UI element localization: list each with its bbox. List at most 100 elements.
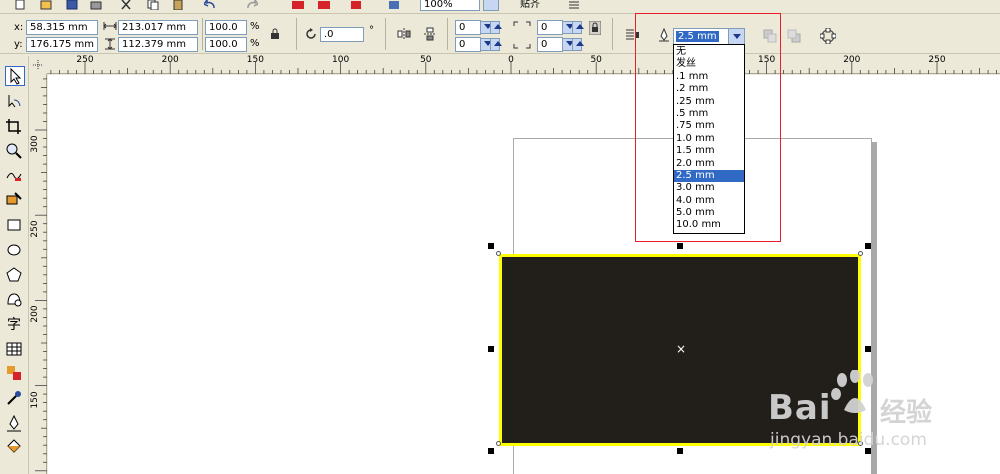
- horizontal-ruler-label: 150: [246, 55, 264, 65]
- new-file-icon[interactable]: [14, 0, 26, 10]
- outline-width-option[interactable]: 5.0 mm: [674, 207, 744, 219]
- corner-br-spin-up[interactable]: [572, 38, 584, 51]
- save-icon[interactable]: [66, 0, 78, 10]
- to-front-icon[interactable]: [763, 29, 777, 43]
- ellipse-tool[interactable]: [5, 241, 25, 261]
- export-icon[interactable]: [318, 0, 330, 10]
- outline-width-option[interactable]: 1.0 mm: [674, 133, 744, 145]
- toolbox: 字: [0, 56, 29, 474]
- rectangle-tool[interactable]: [5, 216, 25, 236]
- zoom-tool[interactable]: [5, 142, 25, 162]
- freehand-tool[interactable]: [5, 166, 25, 186]
- crop-tool[interactable]: [5, 118, 25, 138]
- scale-x-field[interactable]: 100.0: [205, 20, 247, 35]
- x-position-field[interactable]: 58.315 mm: [26, 20, 98, 35]
- corner-node-top-left[interactable]: [496, 251, 501, 256]
- eyedropper-tool[interactable]: [5, 389, 25, 409]
- open-icon[interactable]: [40, 0, 52, 10]
- coreldraw-window: 100% 贴齐 x: 58.315 mm y: 176.175 mm 213.0…: [0, 0, 1000, 474]
- page-shadow: [872, 142, 877, 474]
- outline-width-option[interactable]: 2.0 mm: [674, 158, 744, 170]
- corner-node-bottom-right[interactable]: [858, 441, 863, 446]
- print-icon[interactable]: [90, 0, 102, 10]
- basic-shapes-tool[interactable]: [5, 290, 25, 310]
- outline-width-option[interactable]: 无: [674, 46, 744, 58]
- corner-radius-top-left-field[interactable]: 0: [455, 20, 481, 35]
- rotation-center-marker[interactable]: ×: [676, 343, 686, 355]
- outline-width-dropdown-list[interactable]: 无发丝 .1 mm .2 mm .25 mm .5 mm .75 mm 1.0 mm 1.5 …: [673, 44, 745, 234]
- convert-to-curves-icon[interactable]: [820, 28, 836, 44]
- import-icon[interactable]: [292, 0, 304, 10]
- options-icon[interactable]: [568, 0, 580, 10]
- outline-width-option[interactable]: 4.0 mm: [674, 195, 744, 207]
- selection-handle-bottom-right[interactable]: [865, 448, 871, 454]
- round-corners-together-lock-icon[interactable]: [589, 21, 601, 35]
- paste-icon[interactable]: [172, 0, 184, 10]
- outline-width-option[interactable]: 1.5 mm: [674, 145, 744, 157]
- fill-tool[interactable]: [5, 438, 25, 458]
- outline-width-option[interactable]: .1 mm: [674, 71, 744, 83]
- scale-y-field[interactable]: 100.0: [205, 37, 247, 52]
- selection-handle-top-center[interactable]: [677, 243, 683, 249]
- outline-width-option[interactable]: .2 mm: [674, 83, 744, 95]
- selection-handle-bottom-left[interactable]: [488, 448, 494, 454]
- text-glyph-icon: 字: [7, 317, 21, 333]
- outline-width-option[interactable]: 2.5 mm: [674, 169, 744, 183]
- selection-handle-middle-left[interactable]: [488, 346, 494, 352]
- corner-node-top-right[interactable]: [858, 251, 863, 256]
- outline-width-option[interactable]: .5 mm: [674, 108, 744, 120]
- outline-width-option[interactable]: 3.0 mm: [674, 182, 744, 194]
- selection-handle-top-right[interactable]: [865, 243, 871, 249]
- horizontal-ruler[interactable]: 25020015010050050100150200250: [47, 56, 1000, 74]
- selection-handle-top-left[interactable]: [488, 243, 494, 249]
- welcome-screen-icon[interactable]: [388, 0, 400, 10]
- freehand-pencil-icon: [6, 172, 22, 181]
- basic-shapes-icon: [7, 293, 22, 307]
- selection-handle-bottom-center[interactable]: [677, 448, 683, 454]
- cut-icon[interactable]: [120, 0, 132, 10]
- zoom-dropdown-button[interactable]: [483, 0, 499, 11]
- wrap-text-icon[interactable]: [624, 28, 640, 42]
- outline-width-select[interactable]: 2.5 mm: [673, 28, 745, 45]
- outline-width-option[interactable]: .75 mm: [674, 120, 744, 132]
- table-tool[interactable]: [5, 340, 25, 360]
- width-field[interactable]: 213.017 mm: [118, 20, 198, 35]
- interactive-blend-tool[interactable]: [5, 364, 25, 384]
- ruler-origin-corner[interactable]: [29, 56, 47, 74]
- corner-tr-spin-up[interactable]: [572, 21, 584, 34]
- rotation-angle-field[interactable]: .0: [320, 27, 364, 42]
- copy-icon[interactable]: [147, 0, 159, 10]
- corner-tl-spin-up[interactable]: [490, 21, 502, 34]
- corner-radius-bottom-right-field[interactable]: 0: [537, 37, 563, 52]
- redo-icon[interactable]: [246, 0, 258, 10]
- y-position-field[interactable]: 176.175 mm: [26, 37, 98, 52]
- mirror-vertical-icon[interactable]: [423, 27, 437, 41]
- selection-handle-middle-right[interactable]: [865, 346, 871, 352]
- width-icon: [103, 22, 117, 30]
- drawing-canvas[interactable]: ×: [48, 75, 1000, 474]
- corner-node-bottom-left[interactable]: [496, 441, 501, 446]
- polygon-tool[interactable]: [5, 266, 25, 286]
- snap-to-button[interactable]: 贴齐: [520, 0, 540, 10]
- outline-width-option[interactable]: 发丝: [674, 58, 744, 70]
- mirror-horizontal-icon[interactable]: [397, 27, 411, 41]
- corner-bl-spin-up[interactable]: [490, 38, 502, 51]
- height-field[interactable]: 112.379 mm: [118, 37, 198, 52]
- corner-radius-top-right-field[interactable]: 0: [537, 20, 563, 35]
- outline-tool[interactable]: [5, 414, 25, 434]
- shape-tool[interactable]: [5, 92, 25, 112]
- lock-ratio-icon[interactable]: [270, 28, 280, 40]
- outline-width-dropdown-button[interactable]: [728, 29, 744, 44]
- vertical-ruler[interactable]: 300250200150100: [29, 74, 47, 474]
- pick-tool[interactable]: [5, 66, 25, 86]
- zoom-level-input[interactable]: 100%: [420, 0, 480, 11]
- to-back-icon[interactable]: [787, 29, 801, 43]
- outline-width-option[interactable]: 10.0 mm: [674, 219, 744, 231]
- application-launcher-icon[interactable]: [350, 0, 362, 10]
- smart-fill-tool[interactable]: [5, 190, 25, 210]
- outline-width-option[interactable]: .25 mm: [674, 96, 744, 108]
- text-tool[interactable]: 字: [5, 314, 25, 334]
- undo-icon[interactable]: [204, 0, 216, 10]
- horizontal-ruler-label: 250: [928, 55, 946, 65]
- corner-radius-bottom-left-field[interactable]: 0: [455, 37, 481, 52]
